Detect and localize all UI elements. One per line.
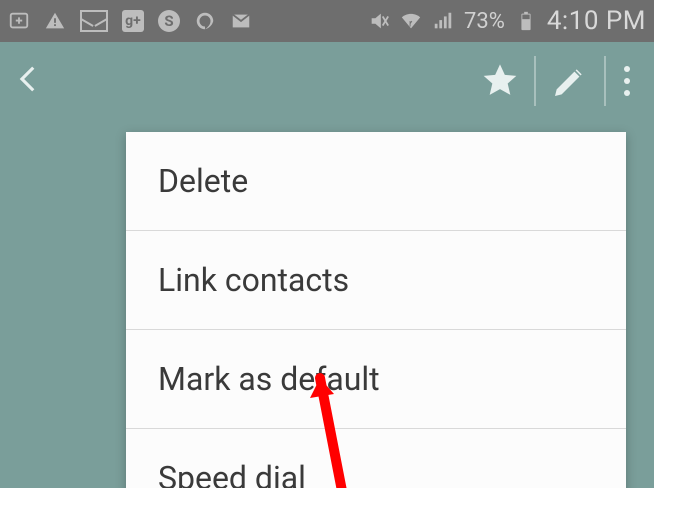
mute-icon <box>368 10 390 32</box>
status-bar: g+ S 73% 4:10 PM <box>0 0 654 42</box>
mail-unread-icon <box>80 10 108 32</box>
battery-percent: 73% <box>464 9 505 34</box>
menu-label: Speed dial <box>158 459 306 488</box>
new-tab-icon <box>8 10 30 32</box>
hangouts-icon <box>194 10 216 32</box>
overflow-menu: Delete Link contacts Mark as default Spe… <box>126 132 626 488</box>
status-clock: 4:10 PM <box>547 6 646 36</box>
menu-label: Link contacts <box>158 261 349 299</box>
screen: g+ S 73% 4:10 PM <box>0 0 654 488</box>
menu-item-speed-dial[interactable]: Speed dial <box>126 429 626 488</box>
menu-item-link-contacts[interactable]: Link contacts <box>126 231 626 330</box>
back-button[interactable] <box>12 62 46 100</box>
overflow-menu-button[interactable] <box>612 66 642 96</box>
warning-icon <box>44 10 66 32</box>
menu-item-delete[interactable]: Delete <box>126 132 626 231</box>
menu-label: Delete <box>158 162 248 200</box>
edit-button[interactable] <box>542 53 598 109</box>
favorite-button[interactable] <box>472 53 528 109</box>
divider <box>534 56 536 106</box>
menu-item-mark-default[interactable]: Mark as default <box>126 330 626 429</box>
divider <box>604 56 606 106</box>
menu-label: Mark as default <box>158 360 380 398</box>
signal-icon <box>432 10 454 32</box>
skype-icon: S <box>158 10 180 32</box>
gmail-icon <box>230 10 252 32</box>
action-bar <box>0 42 654 120</box>
wifi-icon <box>400 10 422 32</box>
gplus-icon: g+ <box>122 10 144 32</box>
battery-icon <box>515 10 537 32</box>
